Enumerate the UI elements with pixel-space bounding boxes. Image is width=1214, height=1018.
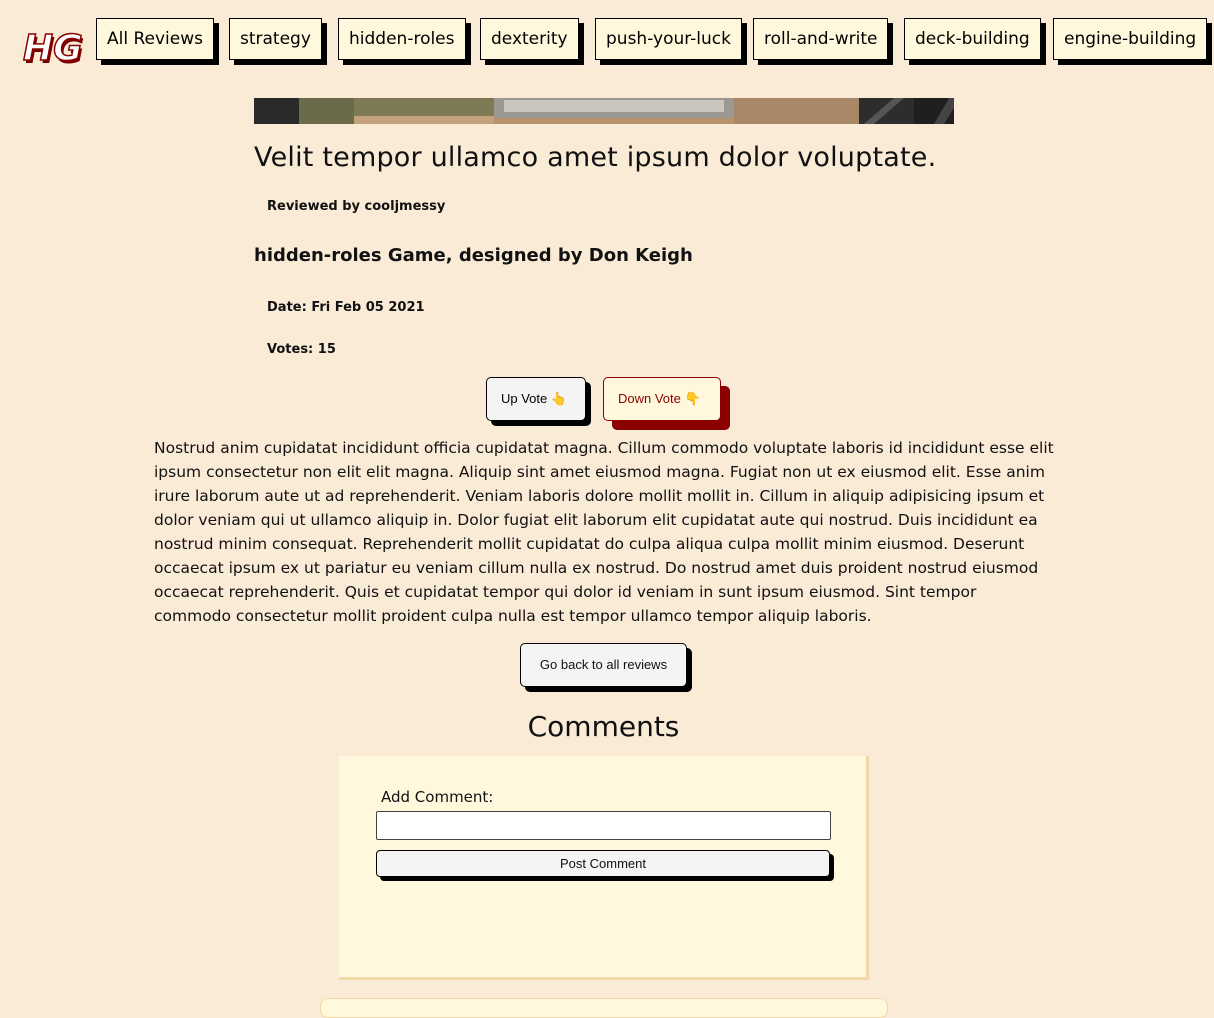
comment-form: Add Comment: Post Comment (339, 756, 869, 980)
nav-roll-and-write[interactable]: roll-and-write (753, 18, 889, 60)
add-comment-label: Add Comment: (381, 788, 494, 806)
top-nav: HG HG All Reviews strategy hidden-roles … (0, 0, 1214, 78)
down-vote-button[interactable]: Down Vote 👇 (603, 377, 721, 421)
nav-deck-building[interactable]: deck-building (904, 18, 1041, 60)
review-author: Reviewed by cooljmessy (267, 199, 446, 214)
nav-push-your-luck[interactable]: push-your-luck (595, 18, 742, 60)
nav-dexterity[interactable]: dexterity (480, 18, 579, 60)
review-subtitle: hidden-roles Game, designed by Don Keigh (254, 245, 693, 266)
post-comment-button[interactable]: Post Comment (376, 850, 830, 877)
review-hero-image (254, 98, 954, 124)
comment-list-container (320, 998, 888, 1018)
back-to-reviews-button[interactable]: Go back to all reviews (520, 643, 687, 687)
nav-engine-building[interactable]: engine-building (1053, 18, 1208, 60)
comments-heading: Comments (527, 710, 680, 743)
comment-input[interactable] (376, 811, 831, 840)
up-vote-button[interactable]: Up Vote 👆 (486, 377, 586, 421)
logo-text: HG (23, 28, 83, 68)
site-logo[interactable]: HG HG (22, 26, 84, 68)
review-body: Nostrud anim cupidatat incididunt offici… (154, 439, 1054, 625)
nav-all-reviews[interactable]: All Reviews (96, 18, 214, 60)
review-title: Velit tempor ullamco amet ipsum dolor vo… (254, 142, 937, 173)
nav-hidden-roles[interactable]: hidden-roles (338, 18, 466, 60)
review-votes: Votes: 15 (267, 342, 336, 357)
nav-strategy[interactable]: strategy (229, 18, 322, 60)
review-date: Date: Fri Feb 05 2021 (267, 300, 425, 315)
